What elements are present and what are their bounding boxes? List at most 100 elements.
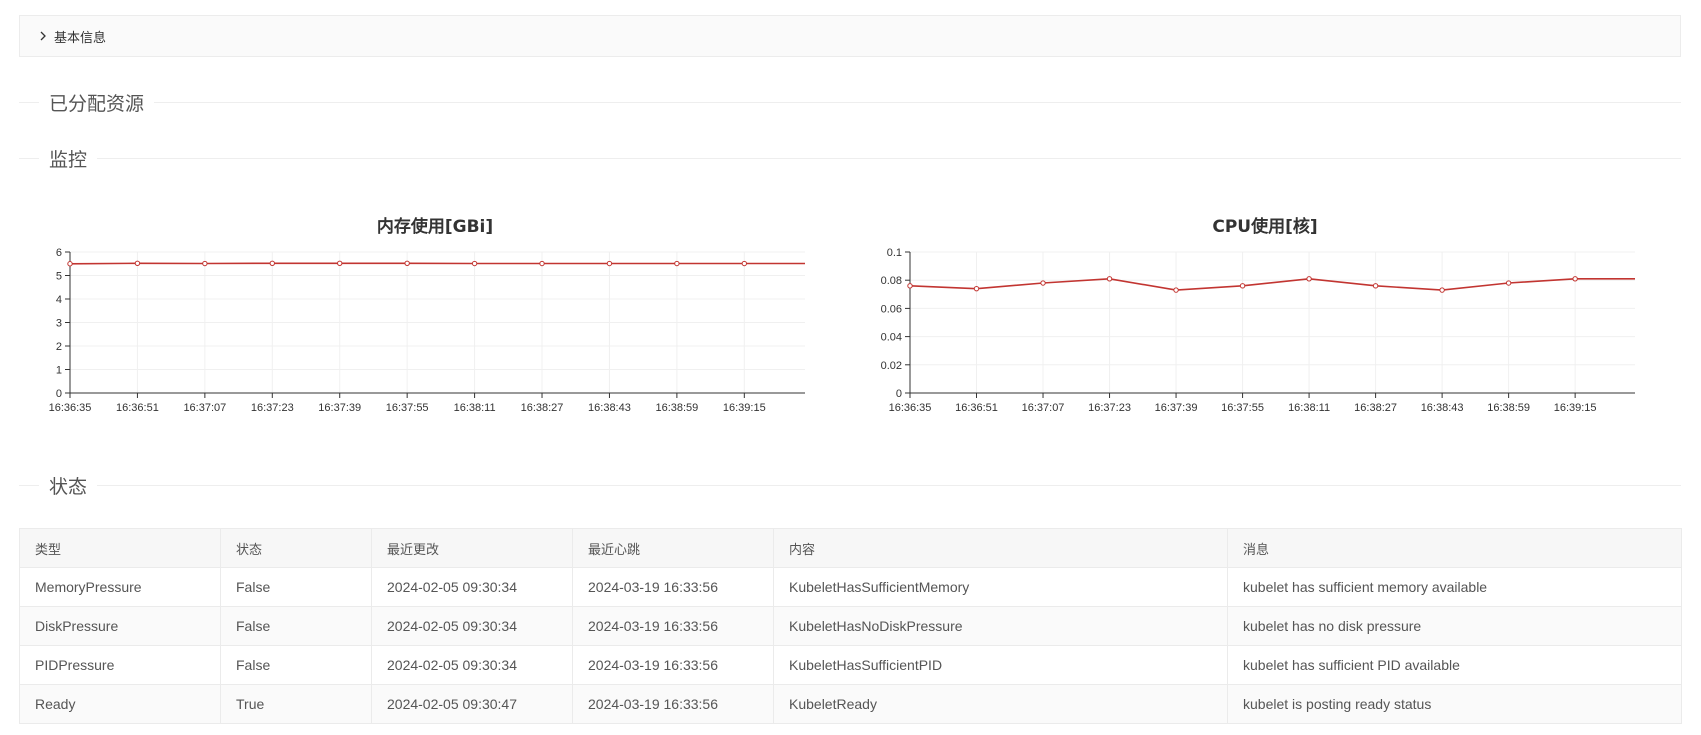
y-tick-label: 0.04 xyxy=(881,332,902,344)
x-tick-label: 16:37:07 xyxy=(183,402,226,414)
section-status-title: 状态 xyxy=(19,470,1681,500)
data-point xyxy=(404,260,410,266)
y-tick-label: 0.08 xyxy=(881,275,902,287)
cell-status: False xyxy=(220,567,372,607)
cell-message: kubelet is posting ready status xyxy=(1227,684,1682,724)
x-tick-label: 16:37:23 xyxy=(251,402,294,414)
x-tick-label: 16:37:55 xyxy=(1221,402,1264,414)
y-tick-label: 5 xyxy=(56,271,62,283)
x-tick-label: 16:38:11 xyxy=(1288,402,1330,414)
x-tick-label: 16:37:07 xyxy=(1022,402,1065,414)
chart-title: 内存使用[GBi] xyxy=(376,217,494,237)
cell-message: kubelet has no disk pressure xyxy=(1227,606,1682,646)
col-header-message: 消息 xyxy=(1227,528,1682,568)
y-tick-label: 6 xyxy=(56,247,62,259)
y-tick-label: 0 xyxy=(56,388,62,400)
data-point xyxy=(1040,280,1046,286)
data-point xyxy=(134,260,141,266)
cell-status: False xyxy=(220,606,372,646)
cell-type: Ready xyxy=(19,684,221,724)
x-tick-label: 16:39:15 xyxy=(723,402,766,414)
basic-info-label: 基本信息 xyxy=(54,30,107,46)
cell-reason: KubeletHasSufficientMemory xyxy=(773,567,1228,607)
col-header-type: 类型 xyxy=(19,528,221,568)
cell-last-heartbeat: 2024-03-19 16:33:56 xyxy=(572,606,774,646)
x-tick-label: 16:38:59 xyxy=(1487,402,1530,414)
cpu-chart: CPU使用[核] 0 0.02 0.04 0.06 0.08 0.1 16:36:35 16:… xyxy=(870,200,1660,415)
data-point xyxy=(1505,280,1512,286)
data-point xyxy=(1306,276,1312,282)
data-point xyxy=(539,260,545,267)
x-tick-label: 16:39:15 xyxy=(1554,402,1597,414)
y-tick-label: 0.06 xyxy=(881,303,902,315)
x-tick-label: 16:38:43 xyxy=(588,402,631,414)
x-tick-label: 16:38:11 xyxy=(454,402,496,414)
cell-reason: KubeletHasSufficientPID xyxy=(773,645,1228,685)
x-tick-label: 16:38:43 xyxy=(1421,402,1464,414)
x-tick-label: 16:36:35 xyxy=(889,402,932,414)
cell-type: PIDPressure xyxy=(19,645,221,685)
cell-message: kubelet has sufficient memory available xyxy=(1227,567,1682,607)
y-tick-label: 0.02 xyxy=(881,360,902,372)
cell-last-heartbeat: 2024-03-19 16:33:56 xyxy=(572,567,774,607)
table-row: DiskPressure False 2024-02-05 09:30:34 2… xyxy=(19,606,1682,646)
x-tick-label: 16:38:59 xyxy=(655,402,698,414)
chart-title: CPU使用[核] xyxy=(1212,217,1318,237)
col-header-status: 状态 xyxy=(220,528,372,568)
data-point xyxy=(269,260,275,266)
memory-chart: 内存使用[GBi] 0 1 2 3 4 5 6 16:36:35 16:36:51 16:37:0… xyxy=(40,200,830,415)
x-tick-label: 16:36:35 xyxy=(49,402,92,414)
y-tick-label: 3 xyxy=(56,318,62,330)
data-point xyxy=(1439,287,1445,293)
data-point xyxy=(1173,287,1179,293)
data-point xyxy=(907,283,913,289)
data-point xyxy=(741,260,748,267)
col-header-last-change: 最近更改 xyxy=(371,528,573,568)
cell-last-heartbeat: 2024-03-19 16:33:56 xyxy=(572,645,774,685)
cell-last-change: 2024-02-05 09:30:34 xyxy=(371,606,573,646)
x-tick-label: 16:37:39 xyxy=(318,402,361,414)
x-tick-label: 16:38:27 xyxy=(521,402,564,414)
x-tick-label: 16:36:51 xyxy=(116,402,159,414)
data-point xyxy=(1106,276,1113,282)
data-point xyxy=(973,285,980,292)
basic-info-collapse[interactable]: 基本信息 xyxy=(19,15,1681,57)
cell-last-change: 2024-02-05 09:30:34 xyxy=(371,645,573,685)
status-table: 类型 状态 最近更改 最近心跳 内容 消息 MemoryPressure Fal… xyxy=(19,528,1682,724)
section-monitor-title: 监控 xyxy=(19,143,1681,173)
cell-reason: KubeletReady xyxy=(773,684,1228,724)
data-point xyxy=(471,260,478,267)
chevron-right-icon xyxy=(36,29,50,43)
col-header-last-heartbeat: 最近心跳 xyxy=(572,528,774,568)
data-point xyxy=(1239,283,1246,289)
cell-status: False xyxy=(220,645,372,685)
cell-reason: KubeletHasNoDiskPressure xyxy=(773,606,1228,646)
col-header-reason: 内容 xyxy=(773,528,1228,568)
data-point xyxy=(1572,276,1578,282)
cell-message: kubelet has sufficient PID available xyxy=(1227,645,1682,685)
table-row: Ready True 2024-02-05 09:30:47 2024-03-1… xyxy=(19,684,1682,724)
cell-last-heartbeat: 2024-03-19 16:33:56 xyxy=(572,684,774,724)
cell-status: True xyxy=(220,684,372,724)
x-tick-label: 16:37:23 xyxy=(1088,402,1131,414)
table-row: MemoryPressure False 2024-02-05 09:30:34… xyxy=(19,567,1682,607)
cell-last-change: 2024-02-05 09:30:34 xyxy=(371,567,573,607)
y-tick-label: 1 xyxy=(56,365,62,377)
cell-type: MemoryPressure xyxy=(19,567,221,607)
table-row: PIDPressure False 2024-02-05 09:30:34 20… xyxy=(19,645,1682,685)
cell-last-change: 2024-02-05 09:30:47 xyxy=(371,684,573,724)
data-point xyxy=(674,260,680,267)
section-allocated-title: 已分配资源 xyxy=(19,87,1681,117)
x-tick-label: 16:37:39 xyxy=(1155,402,1198,414)
y-tick-label: 0 xyxy=(896,388,902,400)
data-point xyxy=(67,261,73,267)
table-header-row: 类型 状态 最近更改 最近心跳 内容 消息 xyxy=(19,528,1682,568)
x-tick-label: 16:37:55 xyxy=(386,402,429,414)
cell-type: DiskPressure xyxy=(19,606,221,646)
x-tick-label: 16:38:27 xyxy=(1354,402,1397,414)
data-point xyxy=(202,260,208,267)
y-tick-label: 4 xyxy=(56,294,62,306)
data-point xyxy=(337,260,343,266)
data-point xyxy=(606,260,613,267)
series-line xyxy=(69,262,805,265)
